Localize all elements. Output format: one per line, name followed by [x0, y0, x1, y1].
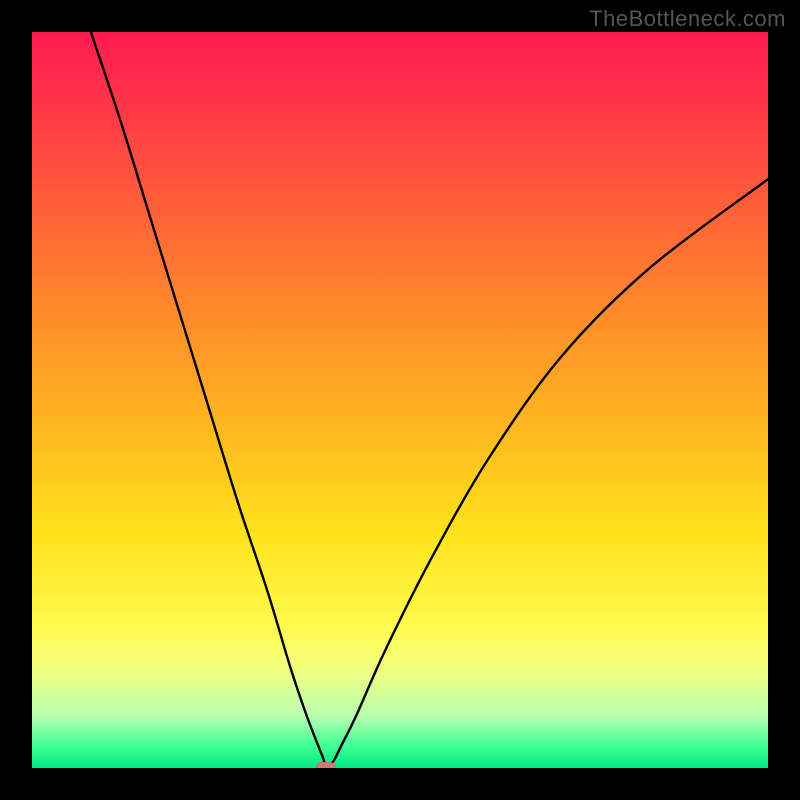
plot-area	[32, 32, 768, 768]
optimum-marker	[316, 762, 336, 768]
bottleneck-curve	[32, 32, 768, 768]
watermark-text: TheBottleneck.com	[589, 6, 786, 32]
chart-frame: TheBottleneck.com	[0, 0, 800, 800]
